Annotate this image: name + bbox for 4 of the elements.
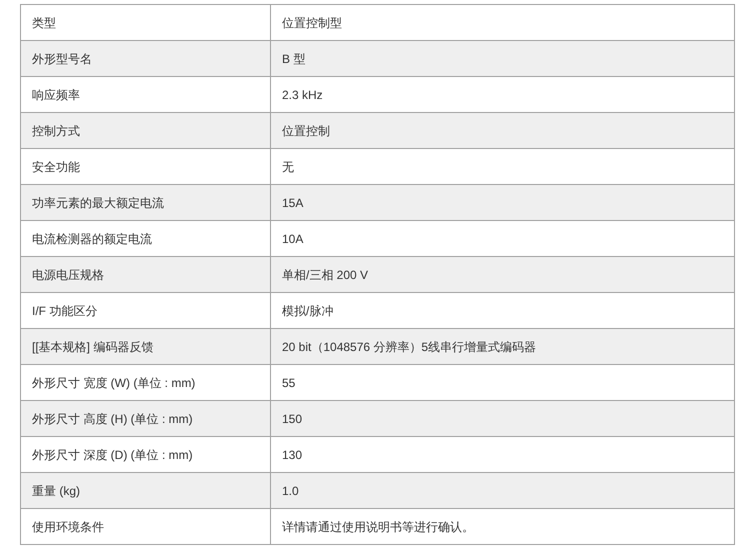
table-cell: 使用环境条件	[20, 508, 270, 544]
table-cell: 类型	[20, 4, 270, 40]
table-cell: 详情请通过使用说明书等进行确认。	[270, 508, 734, 544]
table-cell: 位置控制型	[270, 4, 734, 40]
